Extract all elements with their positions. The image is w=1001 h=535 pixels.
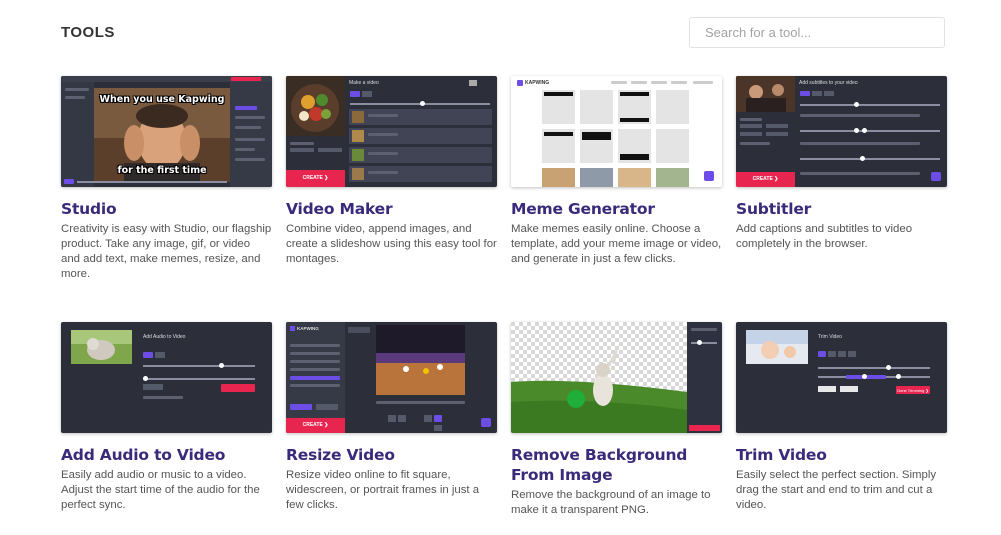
- subtitler-thumbnail: CREATE ❯ Add subtitles to your video: [736, 76, 947, 187]
- tool-title: Video Maker: [286, 200, 393, 218]
- baby-photo: [746, 330, 808, 364]
- basketball-frame: [376, 325, 465, 395]
- mock-heading: Trim Video: [818, 334, 842, 340]
- cat-photo: [71, 330, 132, 364]
- tool-description: Easily add audio or music to a video. Ad…: [61, 469, 260, 511]
- mock-heading: Add subtitles to your video: [799, 80, 858, 86]
- add-audio-thumbnail: Add Audio to Video: [61, 322, 272, 433]
- meme-generator-thumbnail: KAPWING: [511, 76, 722, 187]
- video-frame: [736, 76, 795, 112]
- tool-description: Combine video, append images, and create…: [286, 223, 497, 265]
- tool-description: Resize video online to fit square, wides…: [286, 469, 480, 511]
- create-button-label: CREATE ❯: [752, 176, 779, 182]
- tool-title: Resize Video: [286, 446, 395, 464]
- studio-thumbnail: When you use Kapwing for the first time: [61, 76, 272, 187]
- tool-title: Subtitler: [736, 200, 812, 218]
- food-photo: [286, 76, 345, 136]
- tool-card-remove-background[interactable]: Remove Background From Image Remove the …: [511, 322, 722, 518]
- tool-card-resize-video[interactable]: KAPWING CREATE ❯ Resize Video Resize vid…: [286, 322, 497, 513]
- remove-background-thumbnail: [511, 322, 722, 433]
- done-button-label: Done Trimming ❯: [897, 388, 929, 393]
- tool-title: Meme Generator: [511, 200, 655, 218]
- trim-video-thumbnail: Trim Video Done Trimming ❯: [736, 322, 947, 433]
- tool-card-studio[interactable]: When you use Kapwing for the first time …: [61, 76, 272, 282]
- mock-heading: Make a video: [349, 80, 379, 86]
- page-title: TOOLS: [61, 24, 115, 41]
- tool-title: Remove Background From Image: [511, 446, 688, 484]
- resize-video-thumbnail: KAPWING CREATE ❯: [286, 322, 497, 433]
- checkerboard-photo: [511, 322, 687, 433]
- tool-description: Add captions and subtitles to video comp…: [736, 223, 913, 250]
- tool-title: Trim Video: [736, 446, 827, 464]
- tool-title: Studio: [61, 200, 117, 218]
- create-button-label: CREATE ❯: [302, 422, 329, 428]
- search-input[interactable]: [689, 17, 945, 48]
- tool-description: Creativity is easy with Studio, our flag…: [61, 223, 272, 280]
- video-maker-thumbnail: CREATE ❯ Make a video: [286, 76, 497, 187]
- meme-top-text: When you use Kapwing: [99, 94, 225, 105]
- tool-description: Remove the background of an image to mak…: [511, 489, 711, 516]
- tool-card-add-audio[interactable]: Add Audio to Video Add Audio to Video Ea…: [61, 322, 272, 513]
- tool-title: Add Audio to Video: [61, 446, 226, 464]
- tool-card-meme-generator[interactable]: KAPWING Meme Generator Make memes easily…: [511, 76, 722, 267]
- tool-description: Easily select the perfect section. Simpl…: [736, 469, 937, 511]
- create-button-label: CREATE ❯: [302, 175, 329, 181]
- tool-card-video-maker[interactable]: CREATE ❯ Make a video Video Maker Combin…: [286, 76, 497, 267]
- meme-bottom-text: for the first time: [117, 165, 207, 176]
- tool-card-subtitler[interactable]: CREATE ❯ Add subtitles to your video Sub…: [736, 76, 947, 252]
- mock-brand: KAPWING: [297, 326, 319, 331]
- tool-card-trim-video[interactable]: Trim Video Done Trimming ❯ Trim Video Ea…: [736, 322, 947, 513]
- tool-description: Make memes easily online. Choose a templ…: [511, 223, 722, 265]
- mock-brand: KAPWING: [525, 80, 550, 86]
- mock-heading: Add Audio to Video: [143, 334, 186, 340]
